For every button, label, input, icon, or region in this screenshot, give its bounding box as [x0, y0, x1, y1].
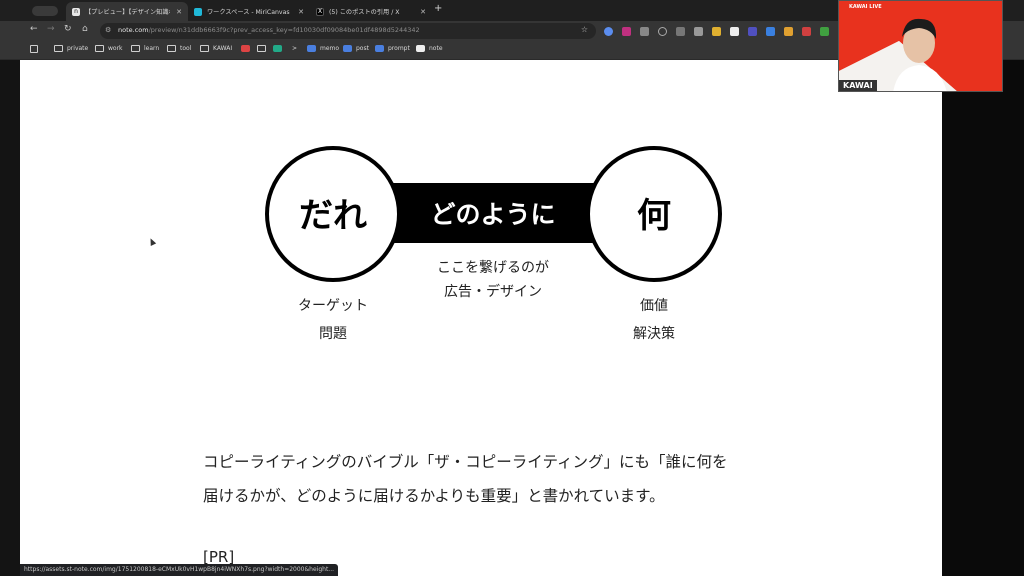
article-paragraph-line: コピーライティングのバイブル「ザ・コピーライティング」にも「誰に何を [203, 453, 728, 471]
brand-label: KAWAI [839, 80, 877, 91]
doc-icon [375, 45, 384, 52]
extension-icon[interactable] [676, 27, 685, 36]
concept-diagram: だれ どのように 何 [265, 146, 722, 282]
apps-grid-icon[interactable] [30, 45, 42, 53]
article-paragraph-line: 届けるかが、どのように届けるかよりも重要」と書かれています。 [203, 487, 665, 505]
caption-line: 解決策 [633, 326, 675, 342]
who-label: だれ [299, 196, 367, 236]
doc-icon [257, 45, 266, 52]
caption-line: 価値 [640, 298, 668, 314]
doc-icon [343, 45, 352, 52]
bookmark-folder[interactable]: private [54, 45, 88, 52]
tab-label: 【プレビュー】【デザイン知識な [85, 9, 171, 16]
tab-miricanvas[interactable]: ワークスペース - MiriCanvas ✕ [188, 2, 310, 21]
webcam-overlay: KAWAI LIVE KAWAI [838, 0, 1003, 92]
tab-x-post[interactable]: X (5) このポストの引用 / X ✕ [310, 2, 432, 21]
site-info-icon[interactable]: ⚙ [105, 26, 111, 34]
extension-icon[interactable] [730, 27, 739, 36]
bookmark-doc[interactable] [257, 45, 270, 52]
extension-icon[interactable] [748, 27, 757, 36]
bookmark-label: KAWAI [213, 45, 233, 52]
extension-icon[interactable] [712, 27, 721, 36]
bookmark-label: learn [144, 45, 160, 52]
bookmark-label: tool [180, 45, 192, 52]
extension-icon[interactable] [658, 27, 667, 36]
right-caption: 価値 解決策 [594, 292, 714, 348]
caption-line: ターゲット [298, 298, 368, 314]
bookmark-folder[interactable]: KAWAI [200, 45, 232, 52]
back-icon[interactable]: ← [30, 24, 38, 34]
left-caption: ターゲット 問題 [273, 292, 393, 348]
tab-note-preview[interactable]: n 【プレビュー】【デザイン知識な ✕ [66, 2, 188, 21]
extension-icon[interactable] [604, 27, 613, 36]
tab-label: (5) このポストの引用 / X [329, 9, 400, 16]
bookmark-gmail[interactable] [241, 45, 254, 52]
extension-icon[interactable] [766, 27, 775, 36]
close-icon[interactable]: ✕ [298, 8, 304, 16]
url-path: /preview/n31ddb6663f9c?prev_access_key=f… [148, 26, 420, 34]
bookmark-label: work [108, 45, 123, 52]
bookmark-label: private [67, 45, 89, 52]
what-label: 何 [637, 196, 671, 236]
x-icon: X [316, 7, 324, 16]
bookmark-memo[interactable]: memo [307, 45, 339, 52]
webcam-background [839, 1, 1002, 91]
live-label: KAWAI LIVE [849, 4, 882, 10]
middle-caption: ここを繋げるのが 広告・デザイン [413, 256, 573, 304]
address-bar[interactable]: ⚙ note.com/preview/n31ddb6663f9c?prev_ac… [100, 23, 596, 39]
bookmark-label: memo [320, 45, 340, 52]
reload-icon[interactable]: ↻ [64, 24, 72, 34]
extension-icon[interactable] [802, 27, 811, 36]
bookmark-more[interactable]: > [292, 45, 297, 52]
dark-side-panel [942, 60, 1024, 576]
extension-icon[interactable] [820, 27, 829, 36]
caption-line: ここを繋げるのが [437, 260, 549, 276]
bookmark-label: post [356, 45, 369, 52]
close-icon[interactable]: ✕ [420, 8, 426, 16]
bookmark-folder[interactable]: work [95, 45, 123, 52]
miricanvas-icon [194, 7, 202, 16]
caption-line: 問題 [319, 326, 347, 342]
note-icon: n [72, 7, 80, 16]
forward-icon[interactable]: → [47, 24, 55, 34]
note-icon [416, 45, 425, 52]
doc-icon [307, 45, 316, 52]
bookmark-label: note [429, 45, 443, 52]
folder-icon [54, 45, 63, 52]
caption-line: 広告・デザイン [444, 284, 542, 300]
extension-icon[interactable] [640, 27, 649, 36]
bookmark-label: prompt [388, 45, 410, 52]
link-status-bar: https://assets.st-note.com/img/175120081… [20, 564, 339, 576]
how-label: どのように [430, 200, 555, 229]
bookmark-folder[interactable]: learn [131, 45, 159, 52]
bookmark-label: > [292, 45, 298, 52]
star-icon [273, 45, 282, 52]
gmail-icon [241, 45, 250, 52]
bookmark-note[interactable]: note [416, 45, 443, 52]
close-icon[interactable]: ✕ [176, 8, 182, 16]
folder-icon [200, 45, 209, 52]
window-controls[interactable] [32, 6, 58, 16]
folder-icon [131, 45, 140, 52]
bookmark-folder[interactable]: tool [167, 45, 191, 52]
bookmark-x[interactable] [273, 45, 286, 52]
bookmark-star-icon[interactable]: ☆ [581, 25, 588, 34]
folder-icon [167, 45, 176, 52]
extension-icon[interactable] [784, 27, 793, 36]
grid-icon [30, 45, 38, 53]
new-tab-button[interactable]: + [434, 3, 442, 14]
folder-icon [95, 45, 104, 52]
pen-icon[interactable] [694, 27, 703, 36]
url-domain: note.com [118, 26, 149, 34]
bookmark-post[interactable]: post [343, 45, 369, 52]
url-text: note.com/preview/n31ddb6663f9c?prev_acce… [118, 26, 420, 34]
note-article-page: だれ どのように 何 ターゲット 問題 ここを繋げるのが 広告・デザイン 価値 … [20, 60, 942, 576]
extension-icon[interactable] [622, 27, 631, 36]
bookmark-prompt[interactable]: prompt [375, 45, 410, 52]
screen: n 【プレビュー】【デザイン知識な ✕ ワークスペース - MiriCanvas… [0, 0, 1024, 576]
tab-label: ワークスペース - MiriCanvas [207, 9, 290, 16]
home-icon[interactable]: ⌂ [82, 24, 88, 34]
